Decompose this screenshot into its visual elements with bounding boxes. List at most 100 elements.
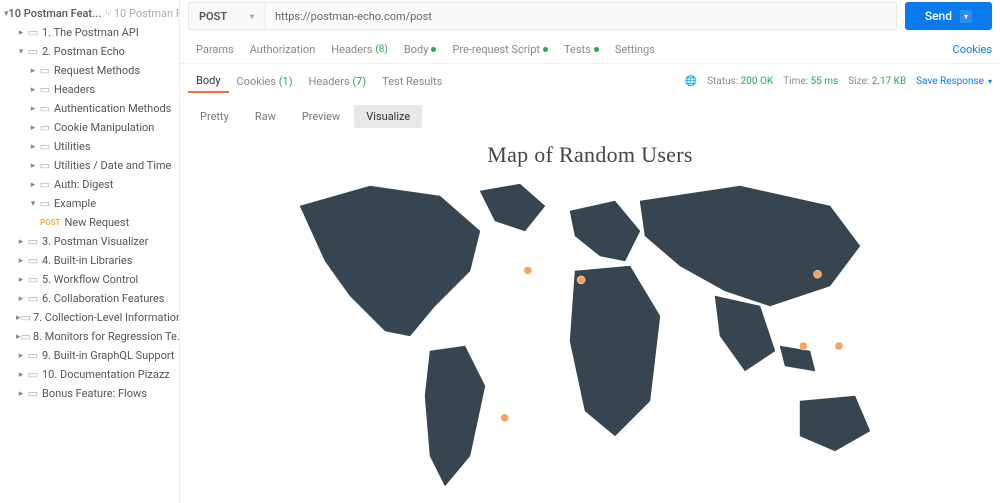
map-marker[interactable]	[835, 342, 843, 350]
tab-response-body[interactable]: Body	[188, 70, 229, 93]
sidebar-item[interactable]: ▸▭Cookie Manipulation	[0, 118, 179, 137]
map-marker[interactable]	[814, 270, 822, 278]
sidebar-item[interactable]: ▸▭5. Workflow Control	[0, 270, 179, 289]
folder-icon: ▭	[26, 273, 40, 286]
folder-icon: ▭	[26, 349, 40, 362]
dot-icon	[594, 47, 599, 52]
map-marker[interactable]	[577, 276, 585, 284]
map-marker[interactable]	[501, 414, 509, 422]
tab-raw[interactable]: Raw	[243, 105, 288, 128]
method-badge: POST	[40, 218, 60, 227]
tab-params[interactable]: Params	[188, 37, 242, 62]
sidebar-item[interactable]: ▸▭7. Collection-Level Information	[0, 308, 179, 327]
tab-response-headers[interactable]: Headers (7)	[301, 71, 375, 92]
folder-icon: ▭	[38, 64, 52, 77]
dot-icon	[543, 47, 548, 52]
tab-response-cookies[interactable]: Cookies (1)	[229, 71, 301, 92]
tab-authorization[interactable]: Authorization	[242, 37, 324, 62]
tab-visualize[interactable]: Visualize	[354, 105, 422, 128]
collection-title: 10 Postman Feat...	[9, 7, 102, 20]
time-value: 55 ms	[811, 76, 839, 87]
folder-icon: ▭	[38, 83, 52, 96]
chevron-right-icon: ▸	[16, 28, 26, 38]
sidebar-item[interactable]: ▾▭2. Postman Echo	[0, 42, 179, 61]
response-tabs: Body Cookies (1) Headers (7) Test Result…	[180, 64, 1000, 99]
body-view-tabs: Pretty Raw Preview Visualize	[180, 99, 1000, 134]
sidebar-item[interactable]: ▸▭Bonus Feature: Flows	[0, 384, 179, 403]
sidebar-item[interactable]: ▸▭Headers	[0, 80, 179, 99]
cookies-link[interactable]: Cookies	[953, 43, 992, 56]
folder-icon: ▭	[26, 292, 40, 305]
chevron-right-icon: ▸	[16, 256, 26, 266]
sidebar-item[interactable]: ▸▭6. Collaboration Features	[0, 289, 179, 308]
sidebar-item[interactable]: ▸▭Utilities	[0, 137, 179, 156]
chevron-down-icon[interactable]: ▾	[960, 10, 972, 23]
status-value: 200 OK	[741, 76, 774, 87]
folder-icon: ▭	[38, 121, 52, 134]
sidebar-item[interactable]: ▸▭9. Built-in GraphQL Support	[0, 346, 179, 365]
sidebar-item[interactable]: ▸▭Authentication Methods	[0, 99, 179, 118]
chevron-down-icon: ▾	[28, 199, 38, 209]
url-group: POST ▾ https://postman-echo.com/post	[188, 2, 897, 30]
url-bar: POST ▾ https://postman-echo.com/post Sen…	[180, 0, 1000, 36]
chevron-right-icon: ▸	[16, 237, 26, 247]
chevron-right-icon: ▸	[28, 85, 38, 95]
folder-icon: ▭	[26, 45, 40, 58]
chevron-down-icon: ▾	[16, 47, 26, 57]
sidebar-item[interactable]: ▸▭4. Built-in Libraries	[0, 251, 179, 270]
map-marker[interactable]	[799, 342, 807, 350]
main-panel: POST ▾ https://postman-echo.com/post Sen…	[180, 0, 1000, 503]
method-value: POST	[199, 10, 227, 23]
save-response-button[interactable]: Save Response ▾	[916, 76, 992, 87]
folder-icon: ▭	[26, 254, 40, 267]
sidebar-item[interactable]: ▸▭1. The Postman API	[0, 23, 179, 42]
tab-settings[interactable]: Settings	[607, 37, 663, 62]
folder-icon: ▭	[26, 26, 40, 39]
network-icon: 🌐	[685, 76, 697, 87]
folder-icon: ▭	[38, 197, 52, 210]
sidebar-request[interactable]: POSTNew Request	[0, 213, 179, 232]
folder-icon: ▭	[38, 159, 52, 172]
folder-icon: ▭	[26, 387, 40, 400]
response-meta: 🌐 Status: 200 OK Time: 55 ms Size: 2.17 …	[685, 76, 992, 87]
dot-icon	[431, 47, 436, 52]
send-button[interactable]: Send ▾	[905, 2, 992, 30]
tab-test-results[interactable]: Test Results	[374, 71, 450, 92]
sidebar-item[interactable]: ▸▭Auth: Digest	[0, 175, 179, 194]
world-map[interactable]	[270, 176, 910, 503]
chevron-right-icon: ▸	[28, 66, 38, 76]
fork-label: 10 Postman Features	[114, 7, 179, 20]
folder-icon: ▭	[26, 235, 40, 248]
tab-prerequest[interactable]: Pre-request Script	[444, 37, 556, 62]
sidebar-item[interactable]: ▸▭Request Methods	[0, 61, 179, 80]
sidebar-item[interactable]: ▸▭8. Monitors for Regression Te...	[0, 327, 179, 346]
sidebar-collection-header[interactable]: ▾ 10 Postman Feat... ⑂ 10 Postman Featur…	[0, 4, 179, 23]
map-title: Map of Random Users	[487, 142, 693, 168]
folder-icon: ▭	[26, 368, 40, 381]
sidebar-item[interactable]: ▾▭Example	[0, 194, 179, 213]
map-marker[interactable]	[524, 266, 532, 274]
fork-icon: ⑂	[105, 7, 112, 20]
tab-headers[interactable]: Headers (8)	[323, 37, 396, 62]
sidebar-item[interactable]: ▸▭10. Documentation Pizazz	[0, 365, 179, 384]
url-input[interactable]: https://postman-echo.com/post	[265, 10, 896, 23]
tab-body[interactable]: Body	[396, 37, 445, 62]
request-tabs: Params Authorization Headers (8) Body Pr…	[180, 36, 1000, 64]
sidebar-item[interactable]: ▸▭Utilities / Date and Time	[0, 156, 179, 175]
chevron-right-icon: ▸	[28, 104, 38, 114]
sidebar-item[interactable]: ▸▭3. Postman Visualizer	[0, 232, 179, 251]
chevron-right-icon: ▸	[28, 161, 38, 171]
tab-preview[interactable]: Preview	[290, 105, 352, 128]
chevron-right-icon: ▸	[28, 142, 38, 152]
chevron-right-icon: ▸	[16, 351, 26, 361]
size-value: 2.17 KB	[872, 76, 906, 87]
method-select[interactable]: POST ▾	[189, 3, 265, 29]
chevron-right-icon: ▸	[16, 370, 26, 380]
chevron-right-icon: ▸	[28, 180, 38, 190]
tab-tests[interactable]: Tests	[556, 37, 607, 62]
chevron-down-icon: ▾	[250, 12, 254, 21]
tab-pretty[interactable]: Pretty	[188, 105, 241, 128]
folder-icon: ▭	[38, 102, 52, 115]
chevron-right-icon: ▸	[28, 123, 38, 133]
chevron-right-icon: ▸	[16, 294, 26, 304]
